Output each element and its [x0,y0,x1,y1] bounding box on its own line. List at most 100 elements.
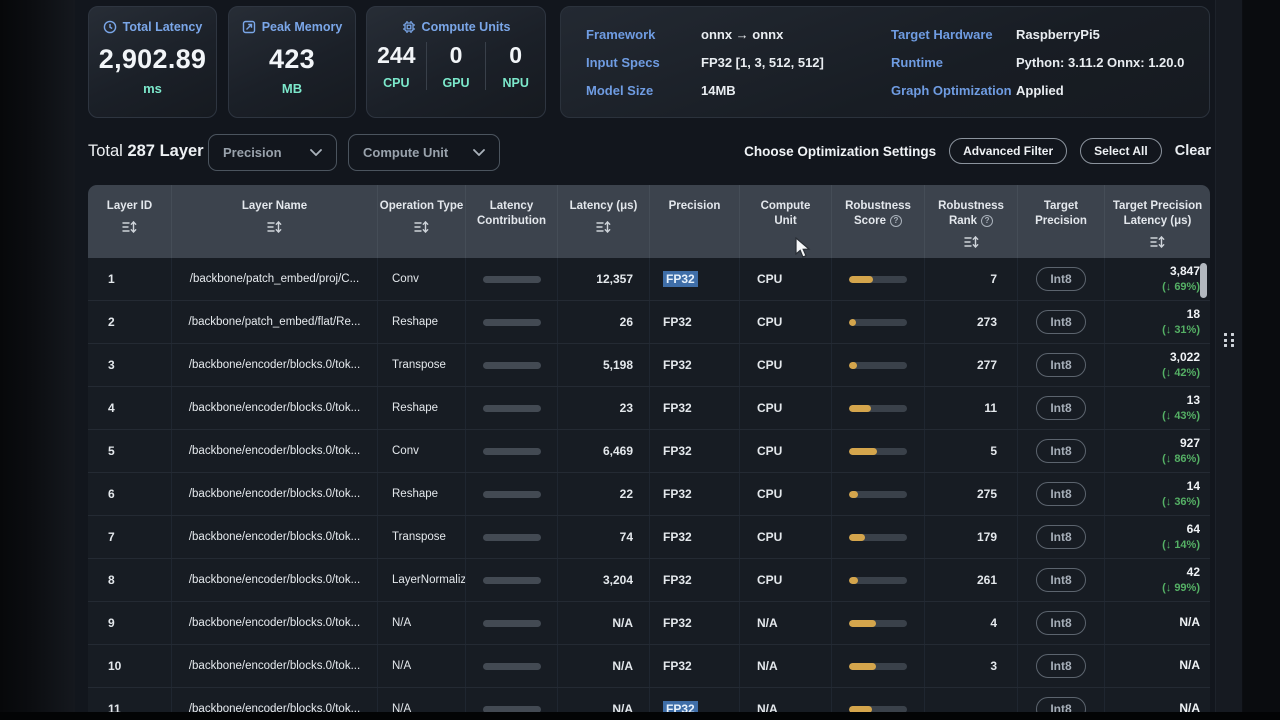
advanced-filter-button[interactable]: Advanced Filter [949,138,1067,164]
compute-unit-value: CPU [757,401,782,415]
total-prefix: Total [88,142,123,160]
layer-id: 1 [108,272,115,286]
cell-score [832,516,925,558]
target-precision-button[interactable]: Int8 [1036,439,1085,463]
sort-icon[interactable] [1150,236,1165,248]
operation-type: N/A [392,659,411,673]
help-icon[interactable]: ? [890,215,902,227]
table-row[interactable]: 4/backbone/encoder/blocks.0/tok...Reshap… [88,387,1210,430]
cell-rank: 179 [925,516,1018,558]
cell-target_precision: Int8 [1018,301,1105,343]
layer-id: 5 [108,444,115,458]
compute-unit-filter-dropdown[interactable]: Compute Unit [348,134,500,171]
target-precision-button[interactable]: Int8 [1036,568,1085,592]
cell-name: /backbone/encoder/blocks.0/tok... [172,559,378,601]
table-row[interactable]: 6/backbone/encoder/blocks.0/tok...Reshap… [88,473,1210,516]
cell-score [832,387,925,429]
help-icon[interactable]: ? [981,215,993,227]
table-scrollbar-thumb[interactable] [1200,263,1207,298]
cell-latency: 74 [558,516,650,558]
target-precision-button[interactable]: Int8 [1036,654,1085,678]
operation-type: Conv [392,444,419,458]
cell-precision: FP32 [650,258,740,300]
target-precision-button[interactable]: Int8 [1036,267,1085,291]
cell-compute: N/A [740,645,832,687]
target-precision-button[interactable]: Int8 [1036,310,1085,334]
info-field-value: 14MB [701,83,891,98]
precision-value: FP32 [663,358,692,372]
cell-id: 11 [88,688,172,712]
target-precision-button[interactable]: Int8 [1036,525,1085,549]
cell-name: /backbone/patch_embed/flat/Re... [172,301,378,343]
column-header-rank[interactable]: Robustness Rank? [925,185,1018,258]
column-header-op[interactable]: Operation Type [378,185,466,258]
cell-latency: 5,198 [558,344,650,386]
column-header-id[interactable]: Layer ID [88,185,172,258]
cell-op: Conv [378,430,466,472]
table-row[interactable]: 10/backbone/encoder/blocks.0/tok...N/AN/… [88,645,1210,688]
table-row[interactable]: 7/backbone/encoder/blocks.0/tok...Transp… [88,516,1210,559]
info-field-label: Graph Optimization [891,83,1016,98]
sort-icon[interactable] [964,236,979,248]
robustness-score-fill [849,276,873,283]
table-row[interactable]: 11/backbone/encoder/blocks.0/tok...N/AN/… [88,688,1210,712]
total-latency-value: 2,902.89 [99,44,207,75]
robustness-score-bar [849,319,907,326]
column-header-target_latency[interactable]: Target Precision Latency (μs) [1105,185,1210,258]
drag-handle-icon[interactable] [1224,333,1236,348]
cell-target_precision: Int8 [1018,645,1105,687]
sort-icon[interactable] [414,221,429,233]
cell-name: /backbone/encoder/blocks.0/tok... [172,387,378,429]
latency-contribution-bar [483,448,541,455]
target-latency-reduction: (↓ 14%) [1162,538,1200,552]
target-precision-button[interactable]: Int8 [1036,396,1085,420]
layer-id: 2 [108,315,115,329]
cell-score [832,258,925,300]
cell-compute: CPU [740,430,832,472]
table-row[interactable]: 3/backbone/encoder/blocks.0/tok...Transp… [88,344,1210,387]
sort-icon[interactable] [267,221,282,233]
target-precision-button[interactable]: Int8 [1036,611,1085,635]
cell-id: 10 [88,645,172,687]
layer-name: /backbone/encoder/blocks.0/tok... [189,359,360,371]
layer-id: 11 [108,702,121,712]
compute-unit-value: CPU [757,272,782,286]
table-row[interactable]: 9/backbone/encoder/blocks.0/tok...N/AN/A… [88,602,1210,645]
target-latency-cell: N/A [1179,658,1200,674]
operation-type: Conv [392,272,419,286]
select-all-button[interactable]: Select All [1080,138,1162,164]
sort-icon[interactable] [596,221,611,233]
cell-target_latency: 42(↓ 99%) [1105,559,1210,601]
cell-op: Conv [378,258,466,300]
operation-type: Transpose [392,530,446,544]
latency-value: 22 [620,487,633,501]
column-header-latency[interactable]: Latency (μs) [558,185,650,258]
cell-compute: CPU [740,344,832,386]
table-row[interactable]: 1/backbone/patch_embed/proj/C...Conv12,3… [88,258,1210,301]
sort-icon[interactable] [122,221,137,233]
target-precision-button[interactable]: Int8 [1036,697,1085,712]
layer-id: 6 [108,487,115,501]
cell-compute: N/A [740,602,832,644]
cell-contrib [466,602,558,644]
target-latency-reduction: (↓ 69%) [1162,280,1200,294]
precision-filter-dropdown[interactable]: Precision [208,134,337,171]
cell-rank: 277 [925,344,1018,386]
robustness-score-bar [849,362,907,369]
compute-unit-value: N/A [757,616,778,630]
column-header-label: Robustness Score? [841,199,915,229]
clear-button[interactable]: Clear [1175,143,1211,159]
clock-icon [103,20,117,34]
column-header-name[interactable]: Layer Name [172,185,378,258]
cell-precision: FP32 [650,344,740,386]
table-row[interactable]: 2/backbone/patch_embed/flat/Re...Reshape… [88,301,1210,344]
info-field-label: Target Hardware [891,27,1016,42]
table-row[interactable]: 8/backbone/encoder/blocks.0/tok...LayerN… [88,559,1210,602]
cell-op: Reshape [378,301,466,343]
cell-target_latency: 3,022(↓ 42%) [1105,344,1210,386]
target-precision-button[interactable]: Int8 [1036,353,1085,377]
target-latency-value: 14 [1187,479,1200,495]
table-row[interactable]: 5/backbone/encoder/blocks.0/tok...Conv6,… [88,430,1210,473]
cell-contrib [466,301,558,343]
target-precision-button[interactable]: Int8 [1036,482,1085,506]
